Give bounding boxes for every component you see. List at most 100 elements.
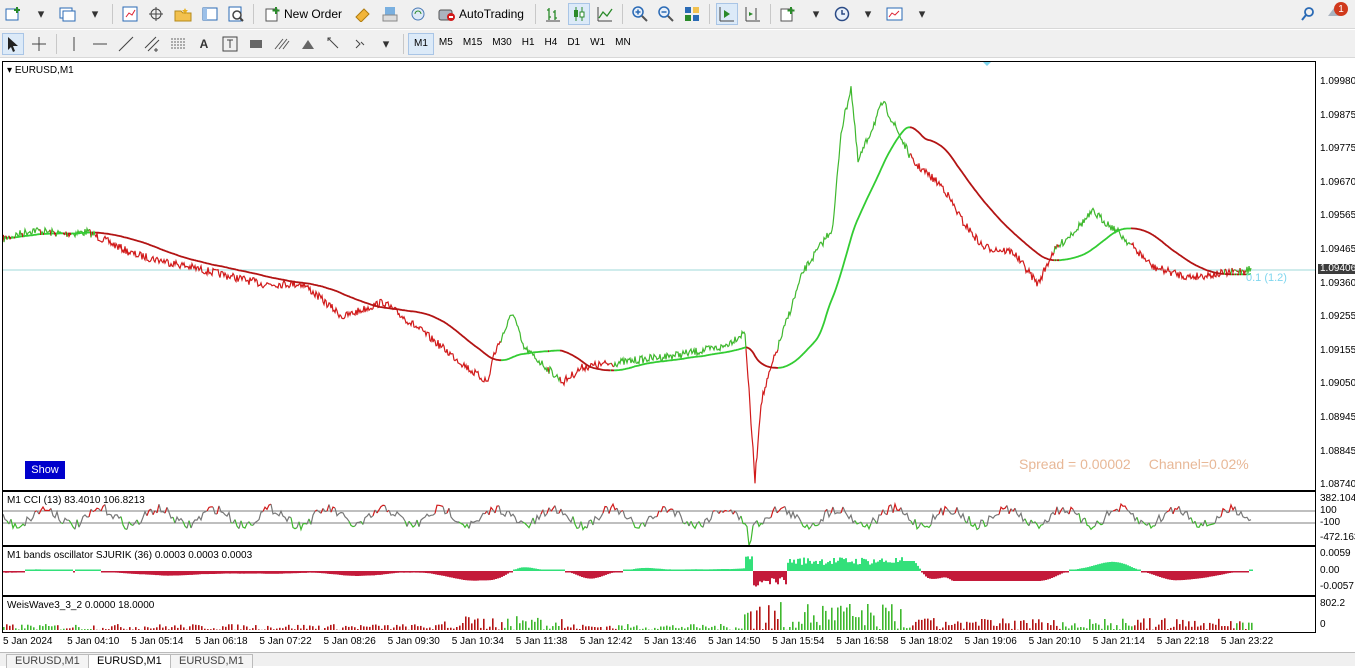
timeframe-h4[interactable]: H4 (540, 33, 563, 53)
profiles-icon[interactable] (56, 3, 80, 25)
timeframe-d1[interactable]: D1 (562, 33, 585, 53)
weis-bar (228, 624, 230, 630)
zoom-out-icon[interactable] (655, 3, 677, 25)
weis-bar (978, 626, 980, 630)
search-icon[interactable] (1297, 3, 1319, 25)
text-tool-icon[interactable]: A (193, 33, 215, 55)
autotrading-button[interactable]: AutoTrading (433, 3, 529, 25)
cci-line-segment (587, 520, 591, 528)
chart-tab[interactable]: EURUSD,M1 (88, 654, 171, 668)
dropdown-arrow-icon[interactable]: ▾ (911, 3, 933, 25)
chart-tab[interactable]: EURUSD,M1 (170, 654, 253, 668)
cursor-icon[interactable] (2, 33, 24, 55)
band-bar (657, 569, 659, 571)
weis-bar (504, 628, 506, 630)
timeframe-m5[interactable]: M5 (434, 33, 458, 53)
band-bar (325, 571, 327, 574)
tile-windows-icon[interactable] (681, 3, 703, 25)
navigator-icon[interactable] (171, 3, 195, 25)
show-button[interactable]: Show (25, 461, 65, 479)
dropdown-arrow-icon[interactable]: ▾ (30, 3, 52, 25)
new-chart-icon[interactable] (2, 3, 26, 25)
signals-icon[interactable] (379, 3, 403, 25)
band-bar (371, 571, 373, 575)
band-bar (1053, 571, 1055, 577)
price-line-segment (1232, 268, 1234, 272)
candlestick-chart-icon[interactable] (568, 3, 590, 25)
vertical-line-icon[interactable] (63, 33, 85, 55)
zoom-in-icon[interactable] (629, 3, 651, 25)
band-bar (397, 571, 399, 573)
new-order-button[interactable]: New Order (260, 3, 347, 25)
templates-icon[interactable] (883, 3, 907, 25)
bar-chart-icon[interactable] (542, 3, 564, 25)
yBands-label: -0.0057 (1320, 582, 1354, 592)
dropdown-arrow-icon[interactable]: ▾ (84, 3, 106, 25)
weis-bar (468, 617, 470, 630)
band-bar (499, 571, 501, 578)
fibonacci-icon[interactable] (167, 33, 189, 55)
timeframe-m1[interactable]: M1 (408, 33, 434, 55)
market-watch-icon[interactable] (119, 3, 141, 25)
more-shapes-icon[interactable] (349, 33, 371, 55)
weis-bar (909, 628, 911, 630)
timeframe-w1[interactable]: W1 (585, 33, 610, 53)
weis-bar (858, 617, 860, 630)
notifications-icon[interactable]: 1 (1323, 3, 1345, 25)
crosshair-tool-icon[interactable] (28, 33, 50, 55)
equidistant-channel-icon[interactable] (141, 33, 163, 55)
trendline-icon[interactable] (115, 33, 137, 55)
cci-line-segment (207, 507, 213, 511)
weis-bar (852, 616, 854, 630)
band-bar (287, 571, 289, 573)
hatch-icon[interactable] (271, 33, 293, 55)
chart-title: ▾ EURUSD,M1 (7, 65, 74, 76)
band-bar (1087, 567, 1089, 571)
timeframe-m30[interactable]: M30 (487, 33, 516, 53)
weis-bar (885, 608, 887, 630)
indicators-icon[interactable] (777, 3, 801, 25)
band-bar (47, 570, 49, 572)
rectangle-icon[interactable] (245, 33, 267, 55)
arrow-shapes-icon[interactable] (323, 33, 345, 55)
collapse-arrow-icon[interactable]: ▾ (7, 65, 12, 76)
market-icon[interactable] (407, 3, 429, 25)
line-chart-icon[interactable] (594, 3, 616, 25)
timeframe-m15[interactable]: M15 (458, 33, 487, 53)
crosshair-icon[interactable] (145, 3, 167, 25)
dropdown-arrow-icon[interactable]: ▾ (805, 3, 827, 25)
weis-bar (684, 629, 686, 631)
data-window-icon[interactable] (199, 3, 221, 25)
strategy-tester-icon[interactable] (225, 3, 247, 25)
chart-shift-icon[interactable] (742, 3, 764, 25)
periods-clock-icon[interactable] (831, 3, 853, 25)
weis-bar (12, 625, 14, 631)
timeframe-h1[interactable]: H1 (517, 33, 540, 53)
autoscroll-icon[interactable] (716, 3, 738, 25)
weis-bar (381, 629, 383, 630)
yBands-label: 0.00 (1320, 566, 1339, 576)
weis-bar (648, 630, 650, 631)
weis-bar (789, 627, 791, 630)
band-bar (441, 571, 443, 576)
band-bar (461, 571, 463, 580)
metaeditor-icon[interactable] (351, 3, 375, 25)
chart-tab[interactable]: EURUSD,M1 (6, 654, 89, 668)
band-bar (495, 571, 497, 579)
dropdown-arrow-icon[interactable]: ▾ (857, 3, 879, 25)
dropdown-arrow-icon[interactable]: ▾ (375, 33, 397, 55)
band-bar (569, 571, 571, 573)
text-label-icon[interactable] (219, 33, 241, 55)
band-bar (155, 571, 157, 575)
timeframe-mn[interactable]: MN (610, 33, 636, 53)
band-bar (1227, 571, 1229, 573)
band-bar (463, 571, 465, 580)
band-bar (471, 571, 473, 581)
triangle-icon[interactable] (297, 33, 319, 55)
horizontal-line-icon[interactable] (89, 33, 111, 55)
weis-bar (327, 627, 329, 631)
weis-bar (249, 629, 251, 630)
weis-bar (87, 629, 89, 630)
separator (709, 4, 710, 24)
weis-bar (399, 627, 401, 631)
